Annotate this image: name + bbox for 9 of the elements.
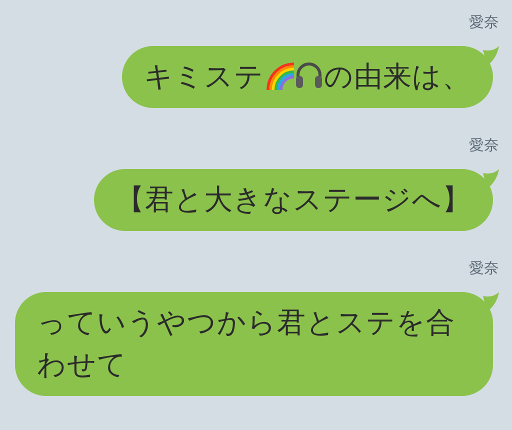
sender-name: 愛奈 [469,258,499,278]
rainbow-icon [264,60,294,90]
message-text: キミステ [144,60,264,93]
sender-name: 愛奈 [469,135,499,155]
message-text: 【君と大きなステージへ】 [116,183,471,216]
message-text: の由来は、 [324,60,471,93]
message-text: っていうやつから君とステを合わせて [37,306,455,381]
sender-name: 愛奈 [469,12,499,32]
headphones-icon [294,60,324,90]
